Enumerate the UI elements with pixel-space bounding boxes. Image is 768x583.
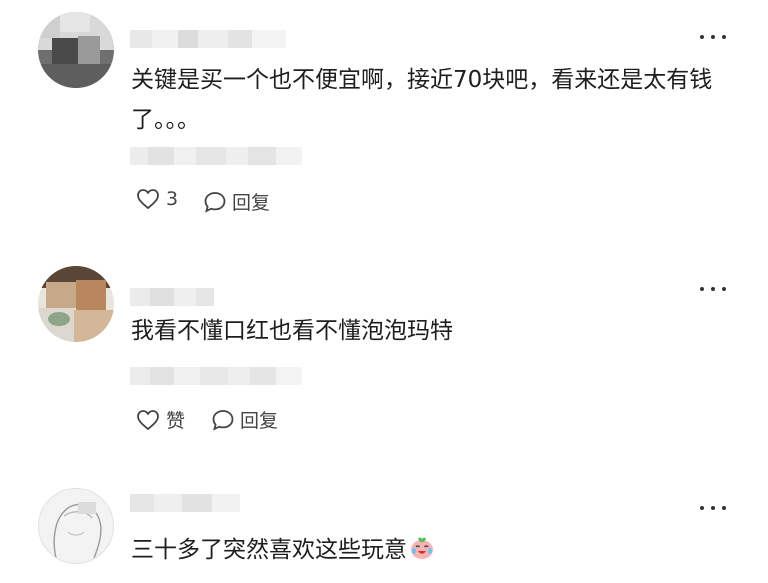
comment-text: 三十多了突然喜欢这些玩意 — [131, 530, 741, 570]
dot — [722, 506, 726, 510]
more-options-button[interactable] — [700, 504, 726, 512]
dot — [722, 35, 726, 39]
like-button[interactable]: 3 — [136, 188, 178, 210]
heart-outline-icon — [137, 189, 159, 210]
dot — [711, 506, 715, 510]
reply-button[interactable]: 回复 — [211, 406, 278, 433]
comment-text: 我看不懂口红也看不懂泡泡玛特 — [131, 318, 453, 344]
username[interactable] — [130, 494, 240, 512]
crying-laughing-face-emoji — [411, 537, 433, 559]
reply-button[interactable]: 回复 — [203, 188, 270, 215]
dot — [722, 287, 726, 291]
dot — [700, 506, 704, 510]
dot — [700, 287, 704, 291]
avatar[interactable] — [38, 12, 114, 88]
username[interactable] — [130, 288, 214, 306]
dot — [711, 287, 715, 291]
timestamp-location — [130, 147, 302, 165]
username[interactable] — [130, 30, 286, 48]
heart-outline-icon — [137, 409, 159, 430]
more-options-button[interactable] — [700, 285, 726, 293]
reply-label: 回复 — [232, 192, 271, 214]
speech-bubble-icon — [204, 191, 226, 213]
more-options-button[interactable] — [700, 33, 726, 41]
timestamp-location — [130, 367, 302, 385]
comment-text: 关键是买一个也不便宜啊，接近70块吧，看来还是太有钱了。。。 — [131, 67, 713, 133]
reply-label: 回复 — [240, 410, 279, 432]
avatar[interactable] — [38, 266, 114, 342]
like-count: 3 — [166, 188, 179, 210]
like-label: 赞 — [166, 410, 186, 432]
comment-text-content: 三十多了突然喜欢这些玩意 — [131, 537, 407, 563]
avatar[interactable] — [38, 488, 114, 564]
like-button[interactable]: 赞 — [136, 406, 185, 433]
dot — [700, 35, 704, 39]
dot — [711, 35, 715, 39]
avatar-sketch — [53, 502, 102, 559]
speech-bubble-icon — [212, 409, 234, 431]
